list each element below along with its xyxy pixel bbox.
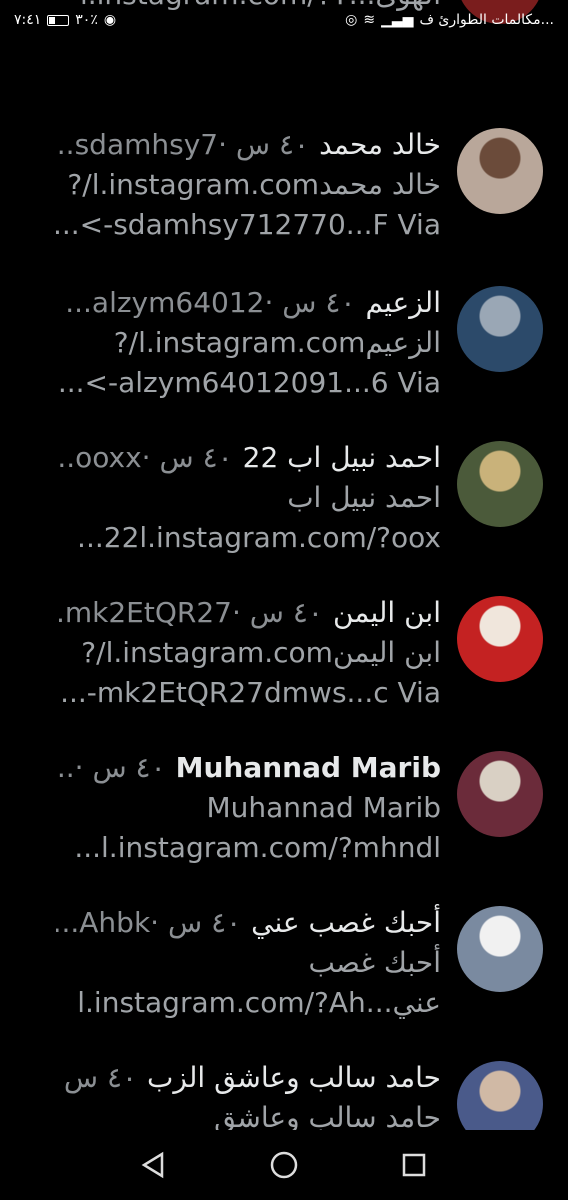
account-bio-line: 22l.instagram.com/?oox...: [77, 521, 441, 554]
account-bio-line: l.instagram.com/?mhndl...: [74, 831, 441, 864]
home-icon: [270, 1151, 298, 1179]
battery-icon: [47, 14, 70, 26]
account-row[interactable]: ابن اليمن ٤٠ س ·mk2EtQR27... @ ابن اليمنl.…: [0, 593, 568, 748]
account-bio-line: خالد محمدl.instagram.com/?: [67, 168, 441, 201]
home-button[interactable]: [264, 1145, 304, 1185]
account-text: الزعيم ٤٠ س ·alzym64012... @ الزعيمl.insta…: [56, 283, 441, 403]
account-text: Muhannad Marib ٤٠ س ·... @ Muhannad Marib l…: [56, 748, 441, 868]
signal-icon: ▁▃▅: [381, 12, 414, 28]
account-row[interactable]: Muhannad Marib ٤٠ س ·... @ Muhannad Marib l…: [0, 748, 568, 903]
account-row[interactable]: أحبك غصب عني ٤٠ س ·Ahbk... @ أحبك غصب عني..…: [0, 903, 568, 1058]
status-bar: ٧:٤١ ٣٠٪ ◉ ◎ ≋ ▁▃▅ مكالمات الطوارئ ف...: [0, 0, 568, 40]
account-row[interactable]: حامد سالب وعاشق الزب٤٠ س ·...حامد سالب و…: [0, 1058, 568, 1130]
account-handle-time: ٤٠ س ·alzym64012... @: [56, 286, 356, 319]
avatar[interactable]: [457, 1061, 543, 1130]
account-bio-line: حامد سالب وعاشق: [214, 1101, 441, 1130]
account-text: حامد سالب وعاشق الزب٤٠ س ·...حامد سالب و…: [56, 1058, 441, 1130]
clock: ٧:٤١: [14, 12, 42, 28]
avatar[interactable]: [457, 751, 543, 837]
account-handle-time: ٤٠ س ·... @: [56, 751, 166, 784]
account-bio-line: sdamhsy712770...F Via->...: [56, 208, 441, 241]
account-handle-time: ٤٠ س ·sdamhsy7... @: [56, 128, 310, 161]
account-bio-line: mk2EtQR27dmws...c Via-...: [60, 676, 441, 709]
account-bio-line: أحبك غصب: [308, 946, 441, 979]
recents-button[interactable]: [394, 1145, 434, 1185]
avatar[interactable]: [457, 128, 543, 214]
hotspot-icon: ◎: [345, 12, 358, 28]
status-left: ٧:٤١ ٣٠٪ ◉: [14, 12, 116, 28]
account-name: ابن اليمن: [332, 596, 441, 629]
account-header: احمد نبيل اب 22 ٤٠ س ·ooxx... @: [56, 438, 441, 478]
account-bio-line: احمد نبيل اب: [287, 481, 441, 514]
back-icon: [141, 1151, 164, 1179]
account-header: الزعيم ٤٠ س ·alzym64012... @: [56, 283, 441, 323]
account-bio-line: alzym64012091...6 Via->...: [57, 366, 441, 399]
account-header: أحبك غصب عني ٤٠ س ·Ahbk... @: [56, 903, 441, 943]
avatar[interactable]: [457, 441, 543, 527]
account-text: احمد نبيل اب 22٤٠ س ·ooxx... @احمد نبيل …: [56, 438, 441, 558]
eye-icon: ◉: [103, 12, 117, 28]
recents-icon: [402, 1153, 426, 1177]
account-row[interactable]: احمد نبيل اب 22٤٠ س ·ooxx... @احمد نبيل …: [0, 438, 568, 593]
account-handle-time: ٤٠ س ·...: [56, 1061, 138, 1094]
account-bio-line: ابن اليمنl.instagram.com/?: [81, 636, 441, 669]
account-row[interactable]: الزعيم ٤٠ س ·alzym64012... @ الزعيمl.insta…: [0, 283, 568, 438]
account-handle-time: ٤٠ س ·mk2EtQR27... @: [56, 596, 323, 629]
avatar[interactable]: [457, 286, 543, 372]
account-header: Muhannad Marib ٤٠ س ·... @: [56, 748, 441, 788]
back-button[interactable]: [134, 1145, 174, 1185]
battery-percent: ٣٠٪: [75, 12, 98, 28]
account-text: خالد محمد ٤٠ س ·sdamhsy7... @ خالد محمدl.i…: [56, 125, 441, 245]
avatar[interactable]: [457, 596, 543, 682]
account-name: أحبك غصب عني: [251, 906, 441, 939]
account-name: Muhannad Marib: [175, 751, 441, 784]
follow-list: الهوى...l.instagram.com/?Yخالد محمد٤٠ س …: [0, 0, 568, 1130]
account-name: خالد محمد: [319, 128, 441, 161]
account-handle-time: ٤٠ س ·ooxx... @: [56, 441, 233, 474]
account-header: خالد محمد ٤٠ س ·sdamhsy7... @: [56, 125, 441, 165]
account-row[interactable]: خالد محمد ٤٠ س ·sdamhsy7... @ خالد محمدl.i…: [0, 125, 568, 280]
account-name: الزعيم: [365, 286, 441, 319]
account-header: حامد سالب وعاشق الزب ٤٠ س ·...: [56, 1058, 441, 1098]
account-text: أحبك غصب عني ٤٠ س ·Ahbk... @ أحبك غصب عني..…: [56, 903, 441, 1023]
account-bio-line: Muhannad Marib: [206, 791, 441, 824]
navigation-bar: [0, 1130, 568, 1200]
wifi-icon: ≋: [363, 12, 376, 28]
account-handle-time: ٤٠ س ·Ahbk... @: [56, 906, 242, 939]
account-header: ابن اليمن ٤٠ س ·mk2EtQR27... @: [56, 593, 441, 633]
account-name: احمد نبيل اب 22: [242, 441, 441, 474]
account-bio-line: عني...l.instagram.com/?Ah: [77, 986, 441, 1019]
account-name: حامد سالب وعاشق الزب: [147, 1061, 441, 1094]
battery-fill: [49, 16, 56, 24]
account-text: ابن اليمن ٤٠ س ·mk2EtQR27... @ ابن اليمنl.…: [56, 593, 441, 713]
account-bio-line: الزعيمl.instagram.com/?: [113, 326, 441, 359]
carrier-label: مكالمات الطوارئ ف...: [419, 12, 554, 28]
avatar[interactable]: [457, 906, 543, 992]
status-right: ◎ ≋ ▁▃▅ مكالمات الطوارئ ف...: [345, 12, 554, 28]
